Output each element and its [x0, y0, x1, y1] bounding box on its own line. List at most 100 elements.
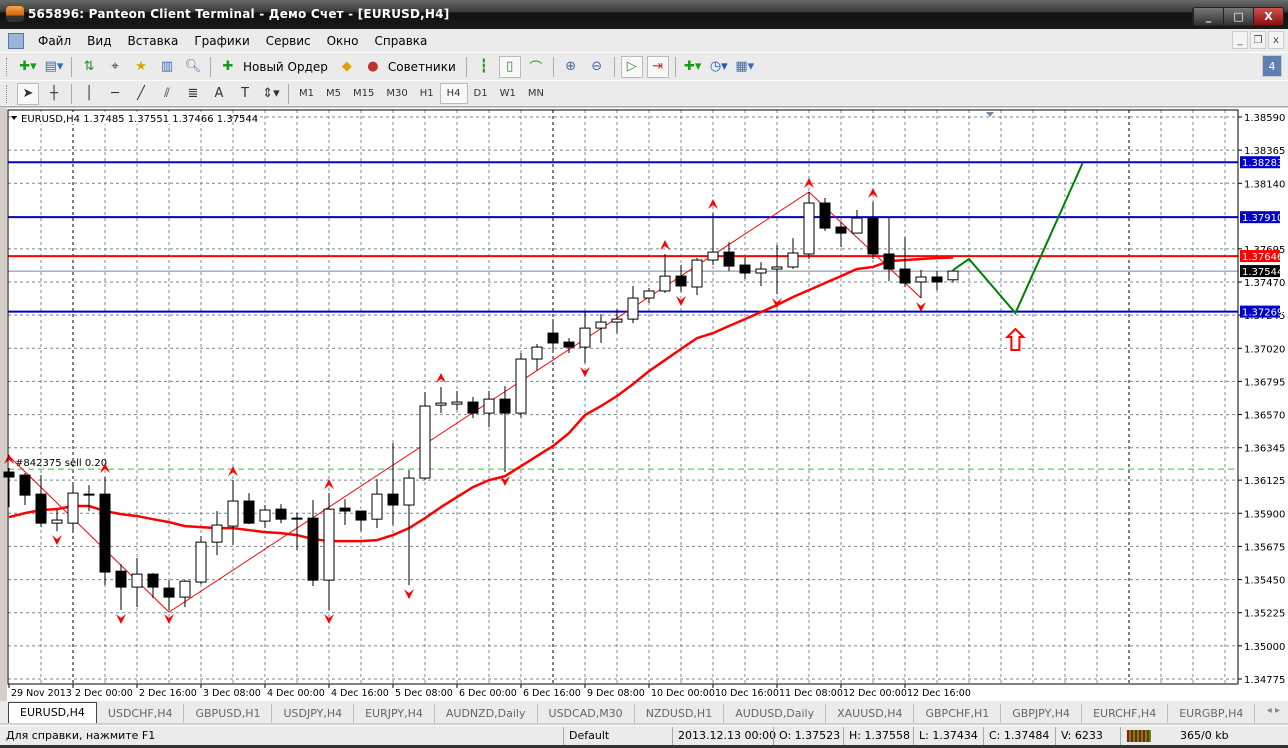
new-order-icon[interactable]: ✚ [217, 56, 239, 78]
chart-tab[interactable]: AUDNZD,Daily [435, 704, 538, 723]
zoom-out-icon[interactable]: ⊖ [586, 56, 608, 78]
candle [515, 352, 527, 418]
candle-body-bull [419, 405, 431, 479]
candle-body-bear [339, 507, 351, 512]
chart-tab[interactable]: EURCHF,H4 [1082, 704, 1169, 723]
toolbar-grip[interactable] [6, 84, 9, 103]
menu-file[interactable]: Файл [30, 34, 79, 48]
trendline-icon[interactable]: ╱ [130, 83, 152, 105]
toolbar-divider [71, 56, 72, 77]
timeframe-h1[interactable]: H1 [414, 84, 440, 103]
templates-icon[interactable]: ▦▾ [734, 56, 756, 78]
new-order-button[interactable]: Новый Ордер [243, 60, 328, 74]
terminal-icon[interactable]: ▥ [156, 56, 178, 78]
chart-tab[interactable]: NZDUSD,H1 [635, 704, 725, 723]
timeframe-m5[interactable]: M5 [320, 84, 347, 103]
chart-window-icon[interactable] [8, 32, 24, 49]
line-chart-icon[interactable]: ⌒ [525, 56, 547, 78]
timeframe-mn[interactable]: MN [522, 84, 550, 103]
candle-body-bull [483, 398, 495, 414]
warning-icon[interactable]: ◆ [336, 56, 358, 78]
candle-body-bull [323, 508, 335, 581]
menu-charts[interactable]: Графики [186, 34, 257, 48]
menu-help[interactable]: Справка [367, 34, 436, 48]
chart-tab[interactable]: EURJPY,H4 [354, 704, 435, 723]
mdi-restore-button[interactable]: ❐ [1250, 31, 1266, 49]
time-tick-label: 10 Dec 16:00 [715, 688, 779, 699]
timeframe-m15[interactable]: M15 [347, 84, 380, 103]
time-tick-label: 10 Dec 00:00 [651, 688, 715, 699]
chart-tab[interactable]: USDCAD,M30 [538, 704, 635, 723]
chart-tab[interactable]: XAUUSD,H4 [826, 704, 915, 723]
candle-body-bear [115, 570, 127, 588]
chart-tab[interactable]: GBPCHF,H1 [914, 704, 1002, 723]
close-button[interactable]: X [1253, 8, 1283, 25]
experts-icon[interactable]: ● [362, 56, 384, 78]
timeframe-m30[interactable]: M30 [380, 84, 413, 103]
candle-body-bull [211, 524, 223, 543]
status-volume: V: 6233 [1061, 729, 1103, 742]
chart-tab[interactable]: USDJPY,H4 [272, 704, 355, 723]
mdi-close-button[interactable]: x [1268, 31, 1284, 49]
profiles-icon[interactable]: ▤▾ [43, 56, 65, 78]
chart-tab[interactable]: GBPJPY,H4 [1001, 704, 1083, 723]
timeframe-d1[interactable]: D1 [468, 84, 494, 103]
candle-body-bear [163, 587, 175, 598]
price-chart[interactable]: 1.385901.383651.381401.376951.374701.372… [0, 108, 1288, 701]
new-chart-icon[interactable]: ✚▾ [17, 56, 39, 78]
menu-window[interactable]: Окно [319, 34, 367, 48]
menu-insert[interactable]: Вставка [119, 34, 186, 48]
indicators-icon[interactable]: ✚▾ [682, 56, 704, 78]
maximize-button[interactable]: □ [1223, 8, 1253, 25]
chart-tab[interactable]: GBPUSD,H1 [184, 704, 273, 723]
cursor-icon[interactable]: ➤ [17, 82, 39, 105]
status-close: C: 1.37484 [989, 729, 1050, 742]
candle-body-bear [243, 500, 255, 524]
toolbar-divider [674, 56, 676, 77]
chart-tab[interactable]: AUDUSD,Daily [724, 704, 827, 723]
level-price-label: 1.38283 [1242, 158, 1283, 169]
toolbar-divider [210, 56, 211, 77]
chart-tabs: EURUSD,H4 USDCHF,H4 GBPUSD,H1 USDJPY,H4 EURJ… [0, 701, 1288, 723]
fibonacci-icon[interactable]: ≣ [182, 83, 204, 105]
horizontal-line-icon[interactable]: ─ [104, 83, 126, 105]
menu-view[interactable]: Вид [79, 34, 119, 48]
chart-shift-icon[interactable]: ⇥ [646, 55, 669, 78]
candle-body-bull [131, 573, 143, 588]
candle-body-bear [723, 251, 735, 267]
timeframe-m1[interactable]: M1 [293, 84, 320, 103]
crosshair-icon[interactable]: ┼ [43, 83, 65, 105]
text-icon[interactable]: A [208, 83, 230, 105]
notifications-badge[interactable]: 4 [1262, 55, 1282, 77]
data-window-icon[interactable]: ⌖ [104, 56, 126, 78]
price-tick-label: 1.37020 [1244, 344, 1285, 355]
time-tick-label: 9 Dec 08:00 [587, 688, 645, 699]
periods-icon[interactable]: ◷▾ [708, 56, 730, 78]
vertical-line-icon[interactable]: │ [78, 83, 100, 105]
market-watch-icon[interactable]: ⇅ [78, 56, 100, 78]
timeframe-h4[interactable]: H4 [439, 83, 468, 104]
chart-tab[interactable]: USDCHF,H4 [97, 704, 185, 723]
mdi-minimize-button[interactable]: _ [1232, 31, 1248, 49]
auto-scroll-icon[interactable]: ▷ [620, 55, 643, 78]
chart-tab[interactable]: EURUSD,H4 [8, 702, 97, 723]
equidistant-channel-icon[interactable]: ⫽ [156, 83, 178, 105]
text-label-icon[interactable]: T [234, 83, 256, 105]
status-low: L: 1.37434 [919, 729, 978, 742]
toolbar-grip[interactable] [6, 57, 9, 76]
navigator-icon[interactable]: ★ [130, 56, 152, 78]
time-tick-label: 6 Dec 16:00 [523, 688, 581, 699]
bar-chart-icon[interactable]: ┇ [473, 56, 495, 78]
menu-tools[interactable]: Сервис [258, 34, 319, 48]
candle-body-bull [371, 493, 383, 520]
zoom-in-icon[interactable]: ⊕ [560, 56, 582, 78]
timeframe-w1[interactable]: W1 [494, 84, 522, 103]
chart-tab[interactable]: EURGBP,H4 [1168, 704, 1256, 723]
tab-scroll-arrows[interactable]: ◂ ▸ [1267, 705, 1280, 716]
arrows-icon[interactable]: ⇕▾ [260, 83, 282, 105]
experts-button[interactable]: Советники [388, 60, 456, 74]
candle-body-bear [35, 493, 47, 524]
minimize-button[interactable]: _ [1193, 8, 1223, 25]
candlestick-chart-icon[interactable]: ▯ [498, 55, 521, 78]
strategy-tester-icon[interactable]: 🔍︎ [182, 56, 204, 78]
